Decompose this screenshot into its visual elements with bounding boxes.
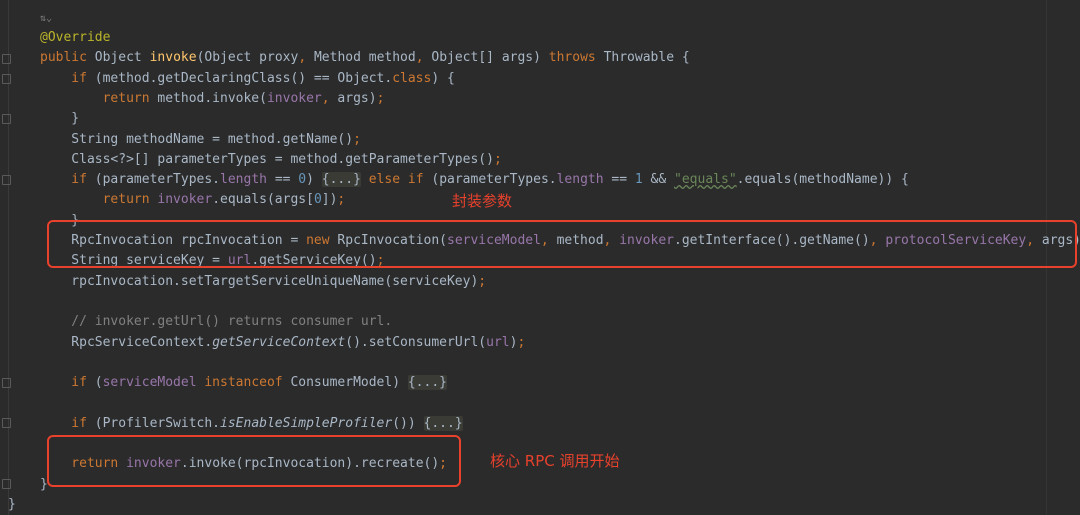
code-token: .equals(args[ bbox=[212, 192, 314, 208]
code-token: instanceof bbox=[204, 375, 291, 391]
code-line[interactable]: // invoker.getUrl() returns consumer url… bbox=[71, 312, 392, 332]
annotation-core-rpc: 核心 RPC 调用开始 bbox=[490, 452, 620, 470]
code-token: 0 bbox=[298, 172, 307, 188]
code-token: == bbox=[611, 172, 635, 188]
code-token: } bbox=[71, 111, 80, 127]
code-line[interactable]: rpcInvocation.setTargetServiceUniqueName… bbox=[71, 272, 486, 292]
code-token: && bbox=[650, 172, 675, 188]
code-token: public bbox=[40, 50, 95, 66]
code-line[interactable]: @Override bbox=[40, 28, 110, 48]
code-token: (method.getDeclaringClass() == Object. bbox=[94, 70, 393, 86]
code-token: "equals" bbox=[674, 172, 737, 188]
code-token: , bbox=[415, 50, 432, 66]
code-line[interactable]: if (serviceModel instanceof ConsumerMode… bbox=[71, 373, 447, 393]
code-line[interactable]: public Object invoke(Object proxy, Metho… bbox=[40, 48, 690, 68]
code-token: RpcServiceContext. bbox=[71, 334, 213, 350]
code-token: args) bbox=[337, 90, 377, 106]
code-token: invoker bbox=[157, 192, 213, 208]
code-token: return bbox=[102, 192, 158, 208]
code-token: 1 bbox=[634, 172, 651, 188]
code-token: throws bbox=[548, 50, 604, 66]
code-token: (parameterTypes. bbox=[94, 172, 221, 188]
code-token: Object bbox=[94, 50, 150, 66]
code-token: length bbox=[220, 172, 275, 188]
code-line[interactable]: return invoker.equals(args[0]); bbox=[103, 190, 346, 210]
code-token: ) bbox=[306, 172, 322, 188]
code-token: Class<?>[] parameterTypes = method.getPa… bbox=[71, 151, 494, 167]
code-token: // invoker.getUrl() returns consumer url… bbox=[71, 314, 393, 330]
fold-marker-icon[interactable] bbox=[2, 175, 11, 185]
code-line[interactable]: if (parameterTypes.length == 0) {...} el… bbox=[71, 170, 909, 190]
code-token: @Override bbox=[40, 30, 111, 45]
fold-marker-icon[interactable] bbox=[2, 418, 11, 428]
code-token: length bbox=[556, 172, 612, 188]
code-token: , bbox=[321, 90, 338, 106]
code-token: if bbox=[71, 375, 95, 391]
code-token: ( bbox=[94, 375, 103, 391]
code-line[interactable]: RpcServiceContext.getServiceContext().se… bbox=[71, 333, 525, 353]
code-token: ; bbox=[337, 192, 346, 208]
code-token: ; bbox=[353, 131, 361, 147]
code-token: class bbox=[392, 70, 432, 86]
code-token: (Object proxy bbox=[196, 50, 299, 66]
code-token: rpcInvocation.setTargetServiceUniqueName… bbox=[71, 273, 479, 289]
code-token: method.invoke( bbox=[157, 90, 267, 106]
code-token: invoker bbox=[266, 90, 322, 106]
code-token: ]) bbox=[321, 192, 338, 208]
code-token: .equals(methodName)) { bbox=[736, 172, 909, 188]
highlight-box-return bbox=[47, 435, 461, 487]
annotation-wrap-params: 封装参数 bbox=[452, 192, 513, 210]
code-token: ().setConsumerUrl( bbox=[345, 334, 487, 350]
code-token: invoke bbox=[149, 50, 197, 66]
code-token: isEnableSimpleProfiler bbox=[220, 415, 393, 431]
code-token: serviceModel bbox=[102, 375, 205, 391]
fold-marker-icon[interactable] bbox=[2, 479, 11, 489]
code-line[interactable]: Class<?>[] parameterTypes = method.getPa… bbox=[71, 150, 501, 170]
code-token: } bbox=[8, 496, 16, 512]
code-token: if bbox=[71, 415, 95, 431]
fold-marker-icon[interactable] bbox=[2, 74, 11, 84]
code-token: Throwable { bbox=[603, 50, 690, 66]
code-token: return bbox=[102, 90, 158, 106]
highlight-box-invocation bbox=[47, 220, 1077, 268]
usages-hint-icon[interactable]: ⇅⌄ bbox=[40, 13, 52, 24]
fold-marker-icon[interactable] bbox=[2, 114, 11, 124]
folded-code-button[interactable]: {...} bbox=[321, 172, 361, 188]
fold-marker-icon[interactable] bbox=[2, 378, 11, 388]
code-line[interactable]: if (ProfilerSwitch.isEnableSimpleProfile… bbox=[71, 414, 463, 434]
code-line[interactable]: String methodName = method.getName(); bbox=[71, 130, 361, 150]
code-line[interactable]: } bbox=[8, 495, 16, 515]
code-line[interactable]: } bbox=[71, 109, 79, 129]
code-token: (parameterTypes. bbox=[431, 172, 557, 188]
code-token: Method method bbox=[313, 50, 416, 66]
folded-code-button[interactable]: {...} bbox=[407, 375, 447, 391]
code-token: getServiceContext bbox=[212, 334, 346, 350]
code-token: (ProfilerSwitch. bbox=[94, 415, 221, 431]
code-token: url bbox=[486, 334, 510, 350]
code-token: Object[] args) bbox=[431, 50, 549, 66]
code-token: , bbox=[298, 50, 314, 66]
folded-code-button[interactable]: {...} bbox=[423, 415, 463, 431]
code-token: ) { bbox=[431, 70, 455, 86]
fold-marker-icon[interactable] bbox=[2, 54, 11, 64]
code-token: ()) bbox=[392, 415, 424, 431]
code-line[interactable]: return method.invoke(invoker, args); bbox=[103, 89, 385, 109]
code-token: 0 bbox=[313, 192, 322, 208]
code-token: == bbox=[274, 172, 299, 188]
code-token: ; bbox=[493, 151, 502, 167]
code-token: ; bbox=[376, 90, 385, 106]
code-token: ; bbox=[517, 334, 526, 350]
code-token: ; bbox=[478, 273, 487, 289]
code-token: ConsumerModel) bbox=[290, 375, 408, 391]
code-token: if bbox=[71, 70, 95, 86]
code-token: String methodName = method.getName() bbox=[71, 131, 354, 147]
code-token: else if bbox=[360, 172, 432, 188]
code-line[interactable]: if (method.getDeclaringClass() == Object… bbox=[71, 69, 455, 89]
code-token: if bbox=[71, 172, 95, 188]
